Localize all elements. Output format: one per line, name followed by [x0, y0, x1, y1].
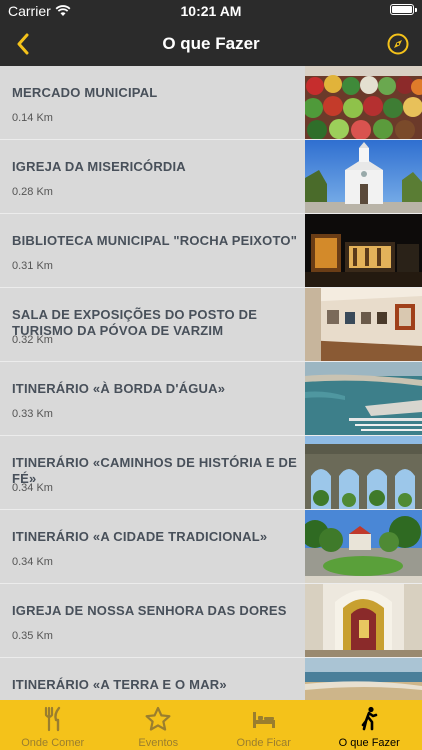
- list-item[interactable]: ITINERÁRIO «A CIDADE TRADICIONAL» 0.34 K…: [0, 510, 422, 584]
- market-vegetables-image: [305, 66, 422, 139]
- list-item[interactable]: ITINERÁRIO «À BORDA D'ÁGUA» 0.33 Km: [0, 362, 422, 436]
- item-name: SALA DE EXPOSIÇÕES DO POSTO DE TURISMO D…: [12, 307, 258, 338]
- list-item[interactable]: BIBLIOTECA MUNICIPAL "ROCHA PEIXOTO" 0.3…: [0, 214, 422, 288]
- item-name: MERCADO MUNICIPAL: [12, 85, 158, 100]
- church-altar-image: [305, 584, 422, 657]
- tab-o-que-fazer[interactable]: O que Fazer: [317, 700, 422, 750]
- battery-icon: [390, 4, 417, 15]
- walking-person-icon: [361, 706, 378, 731]
- list-item[interactable]: ITINERÁRIO «A TERRA E O MAR»: [0, 658, 422, 700]
- white-church-image: [305, 140, 422, 213]
- harbour-aerial-image: [305, 362, 422, 435]
- item-distance: 0.14 Km: [12, 112, 53, 124]
- tab-label: O que Fazer: [338, 737, 400, 749]
- item-name: IGREJA DA MISERICÓRDIA: [12, 159, 186, 174]
- tab-bar: Onde Comer Eventos Onde Ficar O que Faze…: [0, 700, 422, 750]
- tab-onde-ficar[interactable]: Onde Ficar: [211, 700, 317, 750]
- tab-label: Onde Comer: [21, 737, 85, 749]
- item-distance: 0.31 Km: [12, 260, 53, 272]
- list-item[interactable]: SALA DE EXPOSIÇÕES DO POSTO DE TURISMO D…: [0, 288, 422, 362]
- item-distance: 0.32 Km: [12, 334, 53, 346]
- item-distance: 0.34 Km: [12, 482, 53, 494]
- library-night-image: [305, 214, 422, 287]
- star-icon: [145, 706, 171, 731]
- item-name: ITINERÁRIO «À BORDA D'ÁGUA»: [12, 381, 226, 396]
- list-item[interactable]: IGREJA DA MISERICÓRDIA 0.28 Km: [0, 140, 422, 214]
- tab-eventos[interactable]: Eventos: [106, 700, 212, 750]
- item-distance: 0.28 Km: [12, 186, 53, 198]
- list-item[interactable]: IGREJA DE NOSSA SENHORA DAS DORES 0.35 K…: [0, 584, 422, 658]
- fork-knife-icon: [44, 706, 60, 732]
- tab-label: Eventos: [138, 737, 179, 749]
- item-name: ITINERÁRIO «A CIDADE TRADICIONAL»: [12, 529, 268, 544]
- list-item[interactable]: ITINERÁRIO «CAMINHOS DE HISTÓRIA E DE FÉ…: [0, 436, 422, 510]
- status-time: 10:21 AM: [180, 3, 242, 19]
- navigation-bar: O que Fazer: [0, 22, 422, 66]
- item-distance: 0.34 Km: [12, 556, 53, 568]
- tab-onde-comer[interactable]: Onde Comer: [0, 700, 106, 750]
- item-name: IGREJA DE NOSSA SENHORA DAS DORES: [12, 603, 287, 618]
- item-distance: 0.35 Km: [12, 630, 53, 642]
- list-item[interactable]: MERCADO MUNICIPAL 0.14 Km: [0, 66, 422, 140]
- page-title: O que Fazer: [162, 34, 260, 53]
- item-distance: 0.33 Km: [12, 408, 53, 420]
- item-name: BIBLIOTECA MUNICIPAL "ROCHA PEIXOTO": [12, 233, 298, 248]
- item-name: ITINERÁRIO «CAMINHOS DE HISTÓRIA E DE FÉ…: [12, 455, 297, 486]
- compass-icon[interactable]: [386, 32, 410, 56]
- item-name: ITINERÁRIO «A TERRA E O MAR»: [12, 677, 227, 692]
- bed-icon: [252, 712, 275, 728]
- tab-label: Onde Ficar: [236, 737, 291, 749]
- aqueduct-arches-image: [305, 436, 422, 509]
- status-bar: Carrier 10:21 AM: [0, 0, 422, 22]
- beach-coast-image: [305, 658, 422, 700]
- exhibition-room-image: [305, 288, 422, 361]
- places-list: MERCADO MUNICIPAL 0.14 Km IGREJA DA MISE…: [0, 66, 422, 700]
- town-square-image: [305, 510, 422, 583]
